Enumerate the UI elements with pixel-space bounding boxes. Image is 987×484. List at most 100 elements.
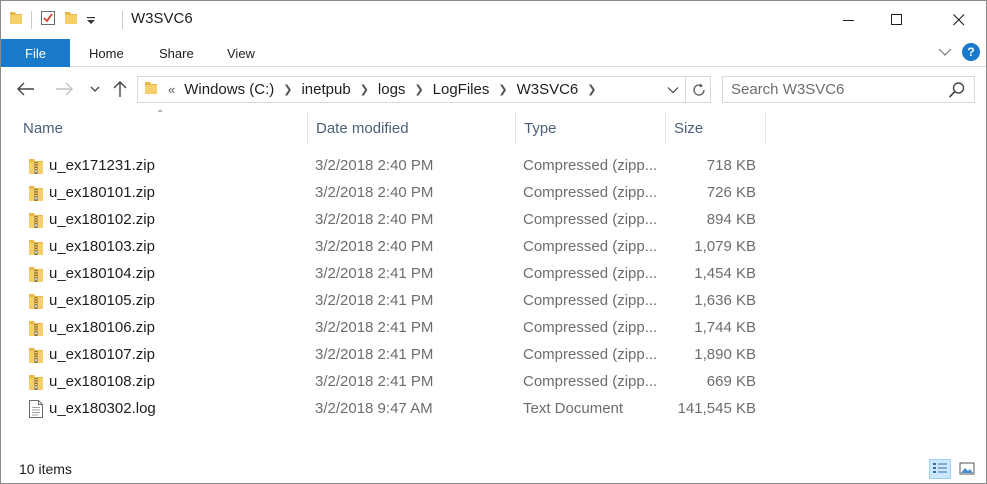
folder-icon bbox=[9, 10, 23, 30]
file-row[interactable]: u_ex180106.zip 3/2/2018 2:41 PM Compressed… bbox=[1, 315, 766, 342]
zip-folder-icon bbox=[28, 345, 44, 365]
quick-access-toolbar bbox=[9, 9, 96, 31]
file-name[interactable]: u_ex180105.zip bbox=[49, 292, 155, 309]
item-count: 10 items bbox=[19, 461, 72, 477]
close-button[interactable] bbox=[936, 1, 982, 39]
file-row[interactable]: u_ex180101.zip 3/2/2018 2:40 PM Compressed… bbox=[1, 180, 766, 207]
maximize-icon bbox=[891, 14, 902, 25]
file-name[interactable]: u_ex180103.zip bbox=[49, 238, 155, 255]
search-box[interactable] bbox=[722, 76, 975, 103]
file-row[interactable]: u_ex171231.zip 3/2/2018 2:40 PM Compressed… bbox=[1, 153, 766, 180]
file-row[interactable]: u_ex180103.zip 3/2/2018 2:40 PM Compressed… bbox=[1, 234, 766, 261]
file-name[interactable]: u_ex180302.log bbox=[49, 400, 156, 417]
chevron-right-icon[interactable]: ❯ bbox=[277, 83, 298, 96]
file-type: Compressed (zipp... bbox=[523, 211, 657, 228]
file-name[interactable]: u_ex180101.zip bbox=[49, 184, 155, 201]
address-history-dropdown[interactable] bbox=[662, 77, 684, 102]
recent-locations-button[interactable] bbox=[84, 79, 106, 99]
search-icon[interactable] bbox=[948, 81, 966, 99]
file-size: 1,890 KB bbox=[694, 346, 756, 363]
file-row[interactable]: u_ex180108.zip 3/2/2018 2:41 PM Compressed… bbox=[1, 369, 766, 396]
text-document-icon bbox=[28, 399, 44, 419]
file-date-modified: 3/2/2018 2:41 PM bbox=[315, 319, 434, 336]
tab-file[interactable]: File bbox=[1, 39, 70, 67]
file-size: 1,636 KB bbox=[694, 292, 756, 309]
file-size: 726 KB bbox=[706, 184, 756, 201]
new-folder-icon[interactable] bbox=[64, 10, 78, 30]
file-size: 1,744 KB bbox=[694, 319, 756, 336]
zip-folder-icon bbox=[28, 291, 44, 311]
forward-button[interactable] bbox=[53, 79, 75, 99]
tab-share[interactable]: Share bbox=[159, 39, 194, 67]
back-button[interactable] bbox=[15, 79, 37, 99]
column-header-type[interactable]: Type bbox=[516, 111, 666, 145]
zip-folder-icon bbox=[28, 372, 44, 392]
column-header-date-modified[interactable]: Date modified bbox=[308, 111, 516, 145]
file-date-modified: 3/2/2018 2:40 PM bbox=[315, 157, 434, 174]
breadcrumb-logs[interactable]: logs bbox=[375, 81, 409, 98]
zip-folder-icon bbox=[28, 237, 44, 257]
close-icon bbox=[953, 14, 965, 26]
file-type: Compressed (zipp... bbox=[523, 373, 657, 390]
file-type: Compressed (zipp... bbox=[523, 346, 657, 363]
ribbon-tabs: File Home Share View ? bbox=[1, 39, 986, 67]
breadcrumb-logfiles[interactable]: LogFiles bbox=[430, 81, 493, 98]
file-type: Compressed (zipp... bbox=[523, 184, 657, 201]
expand-ribbon-icon[interactable] bbox=[938, 44, 952, 61]
forward-arrow-icon bbox=[56, 82, 73, 96]
file-row[interactable]: u_ex180105.zip 3/2/2018 2:41 PM Compressed… bbox=[1, 288, 766, 315]
file-date-modified: 3/2/2018 9:47 AM bbox=[315, 400, 433, 417]
customize-toolbar-dropdown-icon[interactable] bbox=[86, 12, 96, 29]
chevron-right-icon[interactable]: ❯ bbox=[408, 83, 429, 96]
breadcrumb-inetpub[interactable]: inetpub bbox=[298, 81, 353, 98]
chevron-down-icon bbox=[667, 86, 679, 93]
file-size: 1,454 KB bbox=[694, 265, 756, 282]
breadcrumb-overflow[interactable]: « bbox=[162, 82, 181, 97]
ribbon-controls: ? bbox=[938, 43, 980, 61]
file-name[interactable]: u_ex180107.zip bbox=[49, 346, 155, 363]
address-bar[interactable]: « Windows (C:) ❯ inetpub ❯ logs ❯ LogFil… bbox=[137, 76, 711, 103]
file-name[interactable]: u_ex171231.zip bbox=[49, 157, 155, 174]
file-date-modified: 3/2/2018 2:40 PM bbox=[315, 238, 434, 255]
file-row[interactable]: u_ex180104.zip 3/2/2018 2:41 PM Compressed… bbox=[1, 261, 766, 288]
chevron-right-icon[interactable]: ❯ bbox=[492, 83, 513, 96]
file-type: Text Document bbox=[523, 400, 624, 417]
details-view-button[interactable] bbox=[929, 459, 951, 479]
file-name[interactable]: u_ex180104.zip bbox=[49, 265, 155, 282]
file-name[interactable]: u_ex180108.zip bbox=[49, 373, 155, 390]
details-view-icon bbox=[933, 463, 947, 473]
file-row[interactable]: u_ex180102.zip 3/2/2018 2:40 PM Compressed… bbox=[1, 207, 766, 234]
file-name[interactable]: u_ex180106.zip bbox=[49, 319, 155, 336]
file-date-modified: 3/2/2018 2:41 PM bbox=[315, 346, 434, 363]
zip-folder-icon bbox=[28, 156, 44, 176]
breadcrumb-w3svc6[interactable]: W3SVC6 bbox=[514, 81, 582, 98]
breadcrumb-drive[interactable]: Windows (C:) bbox=[181, 81, 277, 98]
file-size: 718 KB bbox=[706, 157, 756, 174]
title-separator bbox=[122, 11, 123, 29]
file-row[interactable]: u_ex180107.zip 3/2/2018 2:41 PM Compressed… bbox=[1, 342, 766, 369]
chevron-right-icon[interactable]: ❯ bbox=[581, 83, 602, 96]
explorer-window: W3SVC6 File Home Share View ? « Windows … bbox=[0, 0, 987, 484]
file-row[interactable]: u_ex180302.log 3/2/2018 9:47 AM Text Docum… bbox=[1, 396, 766, 423]
refresh-button[interactable] bbox=[685, 77, 711, 102]
column-header-size[interactable]: Size bbox=[666, 111, 766, 145]
zip-folder-icon bbox=[28, 318, 44, 338]
maximize-button[interactable] bbox=[874, 1, 920, 39]
file-date-modified: 3/2/2018 2:41 PM bbox=[315, 265, 434, 282]
chevron-right-icon[interactable]: ❯ bbox=[354, 83, 375, 96]
tab-view[interactable]: View bbox=[227, 39, 255, 67]
properties-icon[interactable] bbox=[40, 10, 56, 30]
large-icons-view-button[interactable] bbox=[956, 459, 978, 479]
breadcrumb: « Windows (C:) ❯ inetpub ❯ logs ❯ LogFil… bbox=[138, 77, 602, 102]
file-type: Compressed (zipp... bbox=[523, 238, 657, 255]
search-input[interactable] bbox=[731, 80, 941, 99]
up-button[interactable] bbox=[109, 79, 131, 99]
file-type: Compressed (zipp... bbox=[523, 157, 657, 174]
tab-home[interactable]: Home bbox=[89, 39, 124, 67]
window-title: W3SVC6 bbox=[131, 10, 193, 27]
help-icon[interactable]: ? bbox=[962, 43, 980, 61]
file-name[interactable]: u_ex180102.zip bbox=[49, 211, 155, 228]
minimize-button[interactable] bbox=[826, 1, 872, 39]
back-arrow-icon bbox=[17, 82, 34, 96]
column-header-name[interactable]: Name bbox=[15, 111, 308, 145]
